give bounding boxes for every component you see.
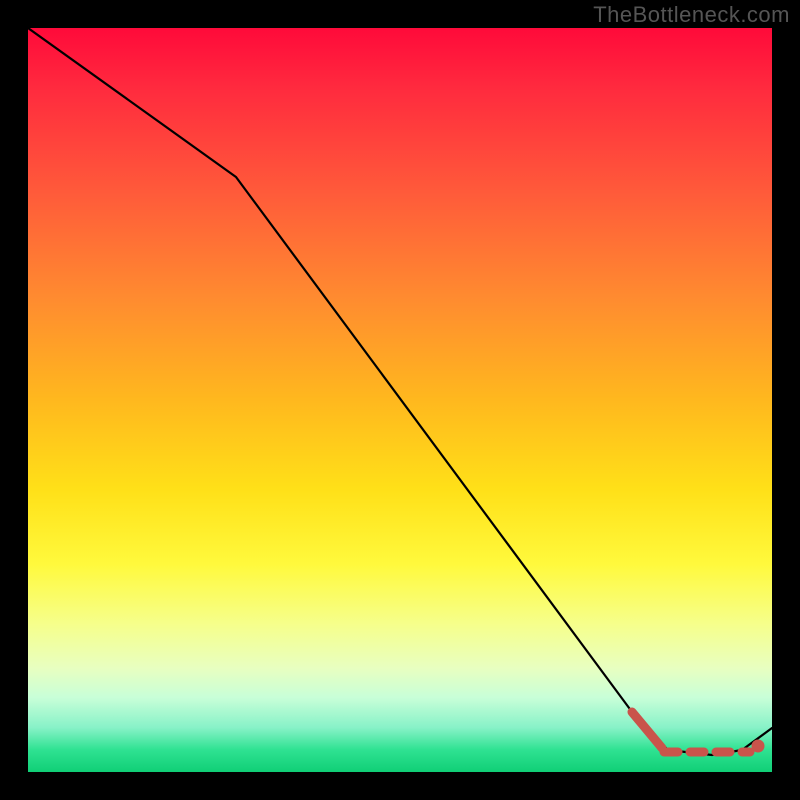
chart-svg	[28, 28, 772, 772]
main-curve	[28, 28, 772, 755]
watermark-text: TheBottleneck.com	[593, 2, 790, 28]
chart-frame: TheBottleneck.com	[0, 0, 800, 800]
plot-area	[28, 28, 772, 772]
highlight-entry	[632, 712, 662, 748]
end-point-marker	[752, 740, 765, 753]
